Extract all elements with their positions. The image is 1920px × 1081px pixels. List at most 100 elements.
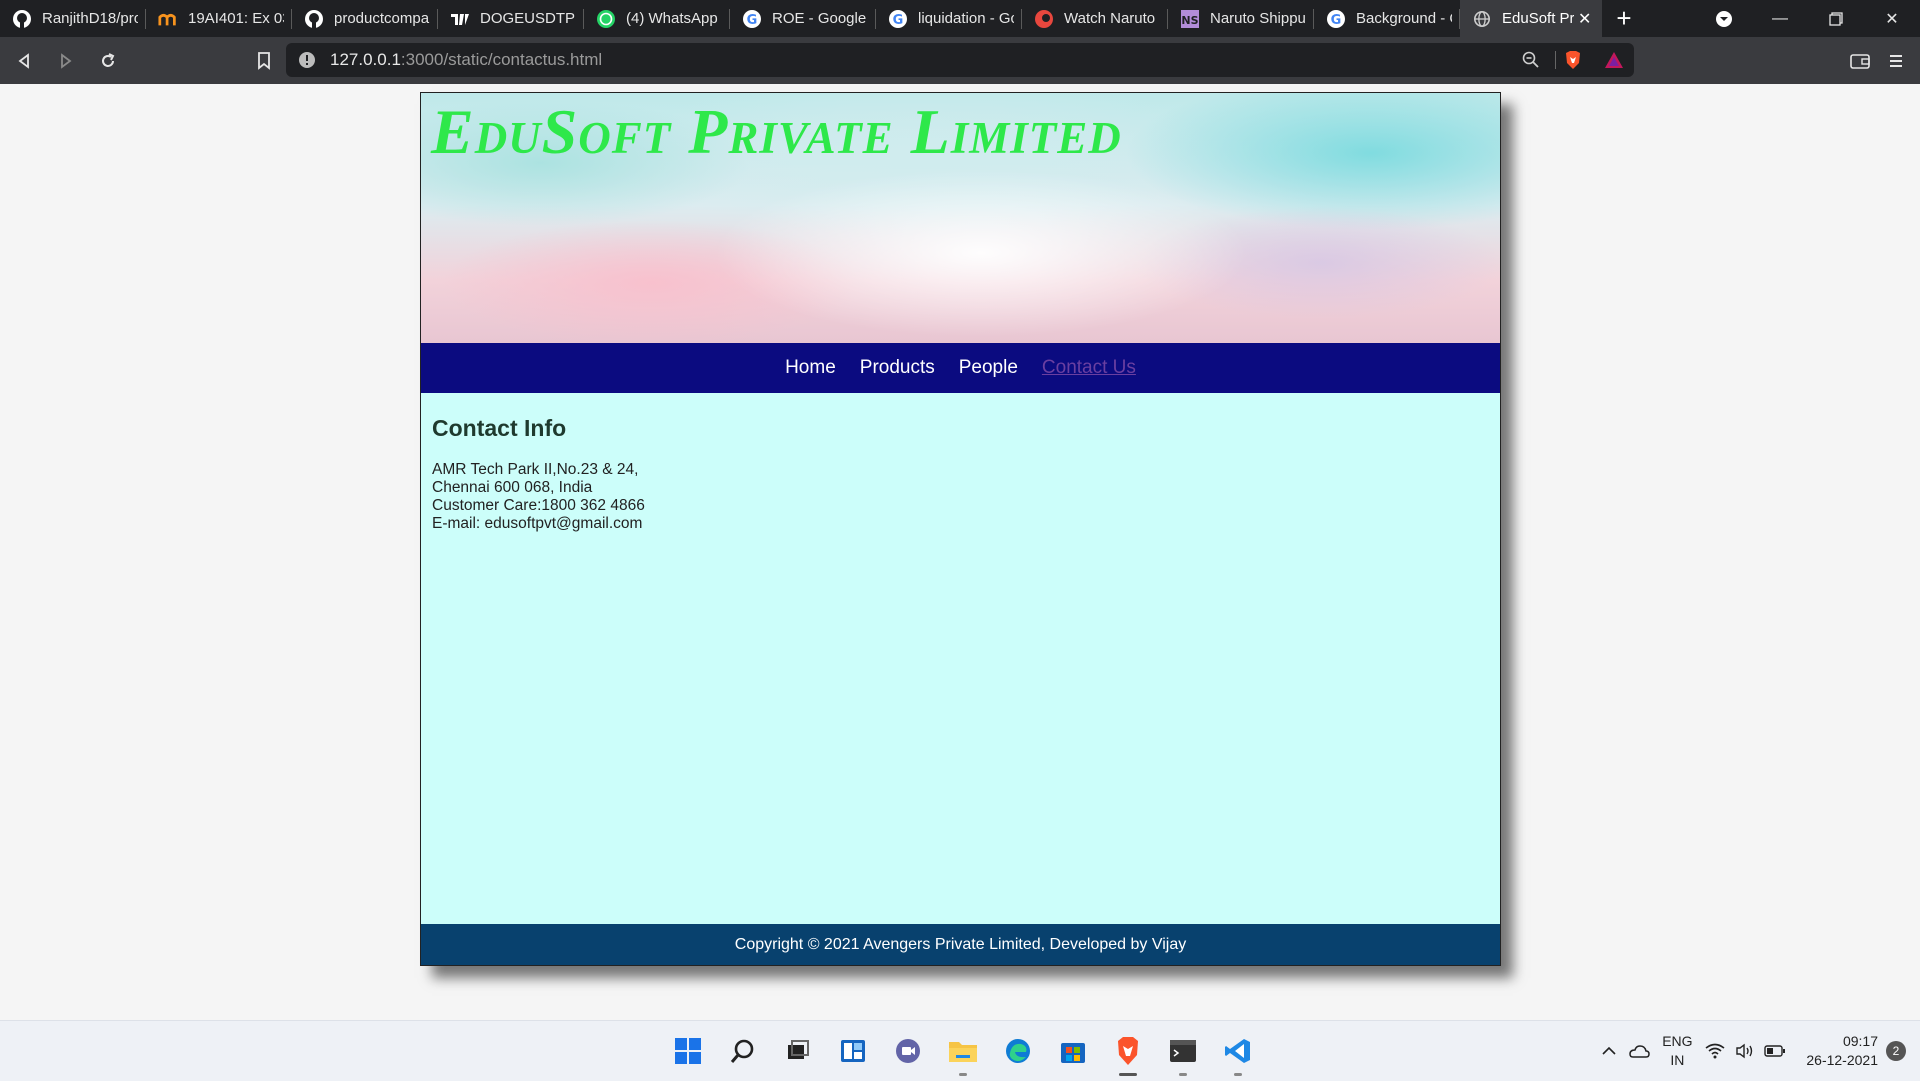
start-icon[interactable] [660, 1021, 715, 1081]
tab-watch-naruto[interactable]: Watch Naruto [1022, 0, 1168, 37]
running-indicator [959, 1073, 967, 1076]
address-line: Chennai 600 068, India [432, 479, 593, 496]
forward-icon[interactable] [48, 43, 84, 79]
bookmark-icon[interactable] [246, 43, 282, 79]
nav-products[interactable]: Products [860, 357, 935, 379]
ns-icon: NS [1180, 9, 1200, 29]
url-path: :3000/static/contactus.html [400, 50, 603, 69]
tab-tradingview[interactable]: DOGEUSDTPEF [438, 0, 584, 37]
url-host: 127.0.0.1 [330, 50, 401, 69]
tab-label: Background - C [1356, 10, 1452, 27]
new-tab-button[interactable]: + [1602, 0, 1646, 37]
tab-label: DOGEUSDTPEF [480, 10, 576, 27]
tab-label: productcompa [334, 10, 430, 27]
zoom-icon[interactable] [1522, 51, 1540, 74]
minimize-icon[interactable]: — [1752, 0, 1808, 37]
search-icon[interactable] [715, 1021, 770, 1081]
svg-text:G: G [1331, 13, 1342, 28]
tradingview-icon [450, 9, 470, 29]
nav-home[interactable]: Home [785, 357, 836, 379]
battery-icon[interactable] [1760, 1021, 1790, 1081]
tab-label: liquidation - Gc [918, 10, 1014, 27]
site-footer: Copyright © 2021 Avengers Private Limite… [421, 924, 1500, 965]
url-text[interactable]: 127.0.0.1:3000/static/contactus.html [330, 50, 602, 70]
nav-people[interactable]: People [959, 357, 1018, 379]
volume-icon[interactable] [1730, 1021, 1760, 1081]
running-indicator [1234, 1073, 1242, 1076]
site-title: EduSoft Private Limited [431, 96, 1122, 167]
onedrive-icon[interactable] [1624, 1021, 1654, 1081]
github-icon [304, 9, 324, 29]
tab-edusoft-active[interactable]: EduSoft Pri ✕ [1460, 0, 1602, 37]
tab-moodle-ex03[interactable]: 19AI401: Ex 03: [146, 0, 292, 37]
info-icon[interactable] [298, 51, 316, 69]
system-tray: ENG IN 09:17 26-12-2021 2 [1594, 1021, 1920, 1081]
browser-toolbar: 127.0.0.1:3000/static/contactus.html [0, 37, 1920, 84]
google-icon: G [742, 9, 762, 29]
tab-label: 19AI401: Ex 03: [188, 10, 284, 27]
menu-icon[interactable] [1878, 43, 1914, 79]
brave-shield-icon[interactable] [1564, 50, 1582, 75]
tab-whatsapp[interactable]: (4) WhatsApp [584, 0, 730, 37]
ms-store-icon[interactable] [1045, 1021, 1100, 1081]
tab-google-liquidation[interactable]: G liquidation - Gc [876, 0, 1022, 37]
tab-label: EduSoft Pri [1502, 10, 1574, 27]
tab-naruto-shippuden[interactable]: NS Naruto Shippu [1168, 0, 1314, 37]
running-indicator [1119, 1073, 1137, 1076]
wallet-icon[interactable] [1842, 43, 1878, 79]
customer-care-line: Customer Care:1800 362 4866 [432, 497, 645, 514]
site-container: EduSoft Private Limited Home Products Pe… [420, 92, 1501, 966]
chevron-up-icon[interactable] [1594, 1021, 1624, 1081]
profile-menu-icon[interactable] [1696, 0, 1752, 37]
language-indicator[interactable]: ENG IN [1654, 1032, 1700, 1070]
google-icon: G [888, 9, 908, 29]
tab-label: Naruto Shippu [1210, 10, 1306, 27]
contact-address: AMR Tech Park II,No.23 & 24, Chennai 600… [432, 461, 645, 533]
teams-chat-icon[interactable] [880, 1021, 935, 1081]
language-code: ENG [1662, 1033, 1693, 1049]
brave-rewards-icon[interactable] [1604, 50, 1624, 75]
task-view-icon[interactable] [770, 1021, 825, 1081]
wifi-icon[interactable] [1700, 1021, 1730, 1081]
crunchyroll-icon [1034, 9, 1054, 29]
email-line: E-mail: edusoftpvt@gmail.com [432, 515, 643, 532]
tab-google-background[interactable]: G Background - C [1314, 0, 1460, 37]
edge-icon[interactable] [990, 1021, 1045, 1081]
whatsapp-icon [596, 9, 616, 29]
back-icon[interactable] [6, 43, 42, 79]
github-icon [12, 9, 32, 29]
nav-contact-us[interactable]: Contact Us [1042, 357, 1136, 379]
tab-google-roe[interactable]: G ROE - Google S [730, 0, 876, 37]
browser-tab-strip: RanjithD18/pro 19AI401: Ex 03: productco… [0, 0, 1920, 37]
terminal-icon[interactable] [1155, 1021, 1210, 1081]
tab-label: Watch Naruto [1064, 10, 1156, 27]
taskbar-apps [660, 1021, 1265, 1081]
moodle-icon [158, 9, 178, 29]
contact-heading: Contact Info [432, 415, 567, 441]
address-line: AMR Tech Park II,No.23 & 24, [432, 461, 639, 478]
address-bar[interactable]: 127.0.0.1:3000/static/contactus.html [286, 43, 1634, 77]
google-icon: G [1326, 9, 1346, 29]
svg-text:NS: NS [1181, 14, 1198, 27]
notification-badge[interactable]: 2 [1886, 1041, 1906, 1061]
svg-text:G: G [893, 13, 904, 28]
clock-time: 09:17 [1842, 1033, 1878, 1049]
clock-date: 26-12-2021 [1806, 1052, 1878, 1068]
restore-icon[interactable] [1808, 0, 1864, 37]
tab-github-productcompare[interactable]: productcompa [292, 0, 438, 37]
close-window-icon[interactable]: ✕ [1864, 0, 1920, 37]
running-indicator [1179, 1073, 1187, 1076]
close-tab-icon[interactable]: ✕ [1578, 9, 1594, 29]
widgets-icon[interactable] [825, 1021, 880, 1081]
reload-icon[interactable] [90, 43, 126, 79]
region-code: IN [1670, 1052, 1685, 1068]
tab-github-ranjith[interactable]: RanjithD18/pro [0, 0, 146, 37]
file-explorer-icon[interactable] [935, 1021, 990, 1081]
windows-taskbar: ENG IN 09:17 26-12-2021 2 [0, 1020, 1920, 1081]
svg-text:G: G [747, 13, 758, 28]
tab-label: ROE - Google S [772, 10, 868, 27]
clock[interactable]: 09:17 26-12-2021 [1806, 1032, 1878, 1070]
window-controls: — ✕ [1696, 0, 1920, 37]
vscode-icon[interactable] [1210, 1021, 1265, 1081]
brave-browser-icon[interactable] [1100, 1021, 1155, 1081]
